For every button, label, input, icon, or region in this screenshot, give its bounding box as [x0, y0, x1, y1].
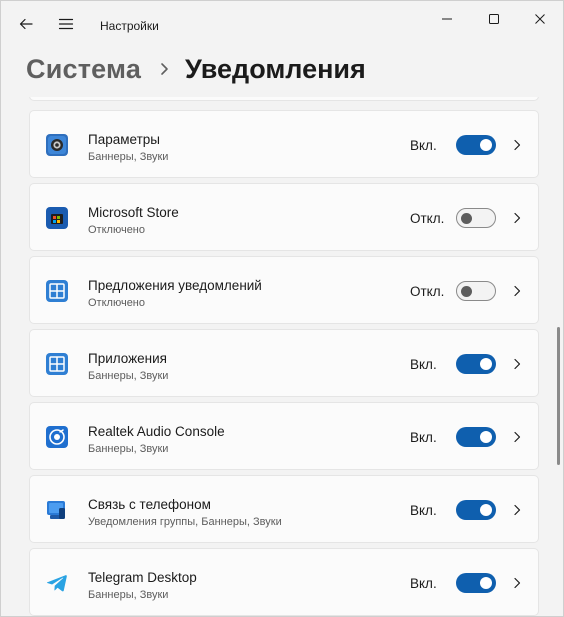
hamburger-menu-icon	[58, 18, 74, 30]
settings-gear-icon	[46, 134, 68, 156]
chevron-right-icon[interactable]	[510, 429, 524, 445]
minimize-button[interactable]	[424, 5, 470, 33]
app-name: Связь с телефоном	[88, 497, 211, 512]
back-button[interactable]	[11, 9, 41, 39]
toggle-knob	[480, 358, 492, 370]
app-name: Приложения	[88, 351, 167, 366]
list-item-app[interactable]: Связь с телефоном Уведомления группы, Ба…	[29, 475, 539, 543]
speaker-icon	[46, 426, 68, 448]
chevron-right-icon[interactable]	[510, 210, 524, 226]
minimize-icon	[442, 18, 452, 20]
app-name: Microsoft Store	[88, 205, 179, 220]
notifications-toggle[interactable]	[456, 281, 496, 301]
notifications-toggle[interactable]	[456, 135, 496, 155]
toggle-knob	[461, 285, 472, 297]
toggle-state-label: Вкл.	[410, 430, 437, 445]
toggle-state-label: Вкл.	[410, 503, 437, 518]
list-item-app[interactable]: Предложения уведомлений Отключено Откл.	[29, 256, 539, 324]
toggle-state-label: Вкл.	[410, 576, 437, 591]
notification-grid-icon	[46, 280, 68, 302]
notifications-toggle[interactable]	[456, 354, 496, 374]
list-item-app[interactable]: Microsoft Store Отключено Откл.	[29, 183, 539, 251]
toggle-knob	[480, 504, 492, 516]
app-name: Realtek Audio Console	[88, 424, 225, 439]
list-item-partial[interactable]	[29, 97, 539, 101]
app-notification-summary: Баннеры, Звуки	[88, 443, 169, 455]
chevron-right-icon[interactable]	[510, 356, 524, 372]
maximize-icon	[489, 14, 499, 24]
list-item-app[interactable]: Realtek Audio Console Баннеры, Звуки Вкл…	[29, 402, 539, 470]
chevron-right-icon[interactable]	[510, 283, 524, 299]
close-button[interactable]	[517, 5, 563, 33]
apps-grid-icon	[46, 353, 68, 375]
app-notification-summary: Баннеры, Звуки	[88, 589, 169, 601]
app-notification-summary: Отключено	[88, 224, 145, 236]
app-name: Предложения уведомлений	[88, 278, 262, 293]
breadcrumb-chevron-icon	[159, 62, 169, 76]
toggle-state-label: Вкл.	[410, 357, 437, 372]
page-title: Уведомления	[185, 53, 366, 84]
app-notification-summary: Отключено	[88, 297, 145, 309]
list-item-app[interactable]: Параметры Баннеры, Звуки Вкл.	[29, 110, 539, 178]
chevron-right-icon[interactable]	[510, 575, 524, 591]
breadcrumb-parent[interactable]: Система	[26, 54, 141, 85]
toggle-knob	[480, 577, 492, 589]
list-item-app[interactable]: Telegram Desktop Баннеры, Звуки Вкл.	[29, 548, 539, 616]
menu-button[interactable]	[51, 9, 81, 39]
breadcrumb: Система Уведомления	[26, 49, 366, 89]
toggle-state-label: Откл.	[410, 284, 445, 299]
toggle-state-label: Вкл.	[410, 138, 437, 153]
list-item-app[interactable]: Приложения Баннеры, Звуки Вкл.	[29, 329, 539, 397]
toggle-knob	[480, 431, 492, 443]
app-notification-summary: Уведомления группы, Баннеры, Звуки	[88, 516, 282, 528]
notifications-toggle[interactable]	[456, 573, 496, 593]
chevron-right-icon[interactable]	[510, 502, 524, 518]
app-name: Telegram Desktop	[88, 570, 197, 585]
store-bag-icon	[46, 207, 68, 229]
app-name: Параметры	[88, 132, 160, 147]
toggle-state-label: Откл.	[410, 211, 445, 226]
window-title: Настройки	[100, 19, 159, 33]
app-notifications-list: Параметры Баннеры, Звуки Вкл. Microsoft …	[1, 97, 563, 616]
settings-window: Настройки Система Уведомления Параметры …	[0, 0, 564, 617]
close-icon	[535, 14, 545, 24]
back-arrow-icon	[19, 18, 33, 30]
app-notification-summary: Баннеры, Звуки	[88, 151, 169, 163]
app-notification-summary: Баннеры, Звуки	[88, 370, 169, 382]
chevron-right-icon[interactable]	[510, 137, 524, 153]
vertical-scrollbar[interactable]	[557, 327, 560, 465]
toggle-knob	[461, 212, 472, 224]
notifications-toggle[interactable]	[456, 208, 496, 228]
notifications-toggle[interactable]	[456, 500, 496, 520]
maximize-button[interactable]	[471, 5, 517, 33]
title-bar: Настройки	[1, 1, 563, 49]
notifications-toggle[interactable]	[456, 427, 496, 447]
toggle-knob	[480, 139, 492, 151]
telegram-icon	[46, 572, 68, 594]
phone-link-icon	[46, 499, 68, 521]
